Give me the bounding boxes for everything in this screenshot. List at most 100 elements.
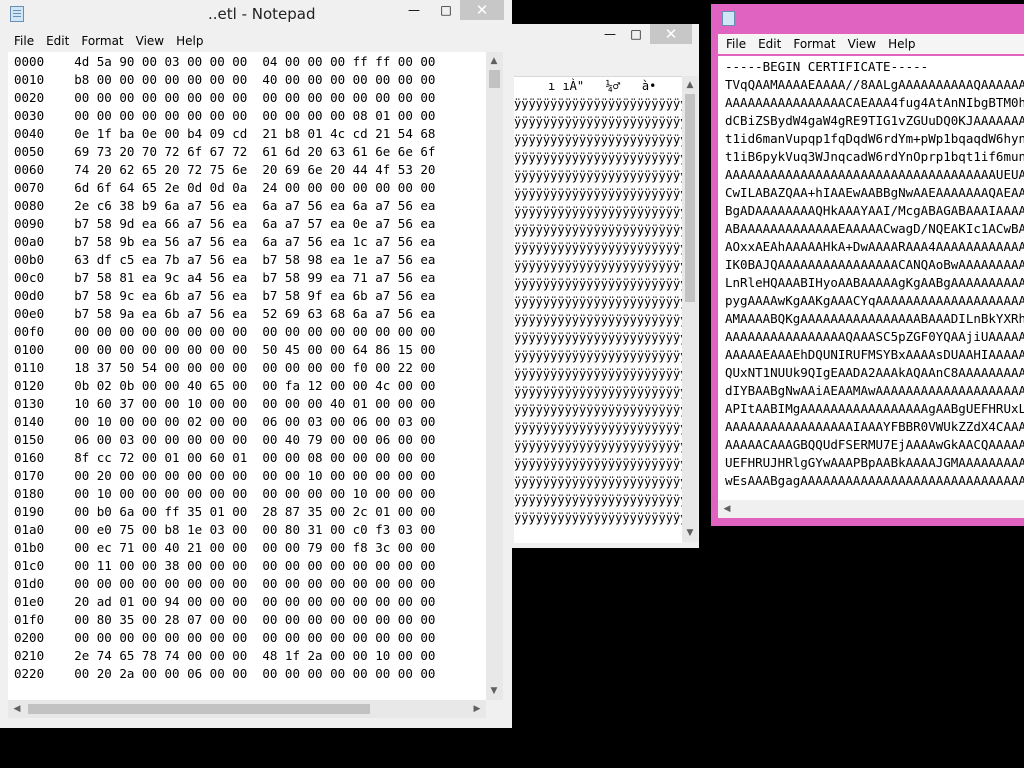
menu-format[interactable]: Format [787, 34, 841, 54]
scroll-thumb[interactable] [28, 704, 370, 714]
minimize-button[interactable]: — [400, 0, 428, 20]
minimize-button[interactable]: — [596, 24, 624, 44]
menu-file[interactable]: File [8, 31, 40, 51]
hex-text-area[interactable]: 0000 4d 5a 90 00 03 00 00 00 04 00 00 00… [8, 52, 486, 700]
menu-format[interactable]: Format [75, 31, 129, 51]
right-notepad-window: File Edit Format View Help -----BEGIN CERTIF… [711, 4, 1024, 526]
left_window-line: 0060 74 20 62 65 20 72 75 6e 20 69 6e 20… [14, 162, 436, 177]
right_window-line: LnRleHQAAABIHyoAABAAAAAgKgAABgAAAAAAAAAA… [725, 275, 1024, 290]
left_window-line: 0120 0b 02 0b 00 00 40 65 00 00 fa 12 00… [14, 378, 436, 393]
garbage-text-line: ÿÿÿÿÿÿÿÿÿÿÿÿÿÿÿÿÿÿÿÿÿÿÿÿÿÿÿÿÿÿÿÿÿÿÿÿ [514, 133, 682, 147]
left_window-line: 00a0 b7 58 9b ea 56 a7 56 ea 6a a7 56 ea… [14, 234, 436, 249]
window-title: ..etl - Notepad [208, 5, 316, 23]
menu-help[interactable]: Help [170, 31, 209, 51]
right_window-line: AAAAAAAAAAAAAAAAQAAASC5pZGF0YQAAjiUAAAAA… [725, 329, 1024, 344]
scroll-right-arrow[interactable]: ▶ [470, 702, 484, 716]
menu-view[interactable]: View [130, 31, 170, 51]
right_window-line: AOxxAEAhAAAAAHkA+DwAAAARAAA4AAAAAAAAAAAA… [725, 239, 1024, 254]
maximize-button[interactable]: □ [432, 0, 460, 20]
garbage-text-line: ÿÿÿÿÿÿÿÿÿÿÿÿÿÿÿÿÿÿÿÿÿÿÿÿÿÿÿÿÿÿÿÿÿÿÿÿ [514, 475, 682, 489]
right_window-line: t1iB6pykVuq3WJnqcadW6rdYnOprp1bqt1if6mun [725, 149, 1024, 164]
scroll-down-arrow[interactable]: ▼ [683, 526, 697, 540]
right_window-line: APItAABIMgAAAAAAAAAAAAAAAAAgAABgUEFHRUxL… [725, 401, 1024, 416]
right_window-line: dIYBAABgNwAAiAEAAMAwAAAAAAAAAAAAAAAAAAAA… [725, 383, 1024, 398]
right_window-line: AAAAAEAAAEhDQUNIRUFMSYBxAAAAsDUAAHIAAAAA… [725, 347, 1024, 362]
middle-text-area[interactable]: ı ıÀ" ¼♂ à• ÿÿÿÿÿÿÿÿÿÿÿÿÿÿÿÿÿÿÿÿÿÿÿ ÿÿÿÿÿ… [514, 76, 682, 543]
right_window-line: wEsAAABgagAAAAAAAAAAAAAAAAAAAAAAAAAAAAAA… [725, 473, 1024, 488]
left-vertical-scrollbar[interactable]: ▲ ▼ [486, 52, 503, 700]
left-horizontal-scrollbar[interactable]: ◀ ▶ [8, 700, 486, 718]
left_window-line: 01d0 00 00 00 00 00 00 00 00 00 00 00 00… [14, 576, 436, 591]
garbage-text-line: ÿÿÿÿÿÿÿÿÿÿÿÿÿÿÿÿÿÿÿÿÿÿÿÿÿÿÿÿÿÿÿÿÿÿÿÿ [514, 97, 682, 111]
scroll-thumb[interactable] [489, 70, 500, 88]
certificate-text-area[interactable]: -----BEGIN CERTIFICATE----- TVqQAAMAAAAEA… [718, 56, 1024, 500]
garbage-header-line: ı ıÀ" ¼♂ à• [548, 79, 657, 93]
maximize-button[interactable]: □ [622, 24, 650, 44]
garbage-text-line: ÿÿÿÿÿÿÿÿÿÿÿÿÿÿÿÿÿÿÿÿÿÿÿÿÿÿÿÿÿÿÿÿÿÿÿÿ [514, 223, 682, 237]
menu-file[interactable]: File [720, 34, 752, 54]
left_window-line: 00c0 b7 58 81 ea 9c a4 56 ea b7 58 99 ea… [14, 270, 436, 285]
notepad-icon [722, 11, 735, 26]
size-grip[interactable] [486, 700, 503, 718]
right_window-line: AAAAACAAAGBQQUdFSERMU7EjAAAAwGkAACQAAAAA… [725, 437, 1024, 452]
right_window-line: dCBiZSBydW4gaW4gRE9TIG1vZGUuDQ0KJAAAAAAA… [725, 113, 1024, 128]
right_window-line: AMAAAABQKgAAAAAAAAAAAAAAAABAAADILnBkYXRh… [725, 311, 1024, 326]
garbage-text-line: ÿÿÿÿÿÿÿÿÿÿÿÿÿÿÿÿÿÿÿÿÿÿÿÿÿÿÿÿÿÿÿÿÿÿÿÿ [514, 277, 682, 291]
garbage-text-line: ÿÿÿÿÿÿÿÿÿÿÿÿÿÿÿÿÿÿÿÿÿÿÿÿÿÿÿÿÿÿÿÿÿÿÿÿ [514, 187, 682, 201]
left_window-line: 0110 18 37 50 54 00 00 00 00 00 00 00 00… [14, 360, 436, 375]
left_window-line: 00e0 b7 58 9a ea 6b a7 56 ea 52 69 63 68… [14, 306, 436, 321]
left_window-line: 01b0 00 ec 71 00 40 21 00 00 00 00 79 00… [14, 540, 436, 555]
menu-bar: File Edit Format View Help [718, 34, 1024, 54]
right_window-line: UEFHRUJHRlgGYwAAAPBpAABkAAAAJGMAAAAAAAAA… [725, 455, 1024, 470]
left_window-line: 0170 00 20 00 00 00 00 00 00 00 00 10 00… [14, 468, 436, 483]
scroll-left-arrow[interactable]: ◀ [10, 702, 24, 716]
left_window-line: 00f0 00 00 00 00 00 00 00 00 00 00 00 00… [14, 324, 436, 339]
scroll-up-arrow[interactable]: ▲ [683, 78, 697, 92]
right-horizontal-scrollbar[interactable]: ◀ [718, 500, 1024, 518]
garbage-text-line: ÿÿÿÿÿÿÿÿÿÿÿÿÿÿÿÿÿÿÿÿÿÿÿÿÿÿÿÿÿÿÿÿÿÿÿÿ [514, 421, 682, 435]
scroll-up-arrow[interactable]: ▲ [487, 54, 501, 68]
right_window-line: TVqQAAMAAAAEAAAA//8AALgAAAAAAAAAAQAAAAAA… [725, 77, 1024, 92]
middle-window: — □ ✕ ı ıÀ" ¼♂ à• ÿÿÿÿÿÿÿÿÿÿÿÿÿÿÿÿÿÿÿÿÿÿ… [512, 24, 699, 548]
left_window-line: 0200 00 00 00 00 00 00 00 00 00 00 00 00… [14, 630, 436, 645]
left-notepad-window: ..etl - Notepad — □ ✕ File Edit Format View… [0, 0, 512, 728]
left_window-line: 00b0 63 df c5 ea 7b a7 56 ea b7 58 98 ea… [14, 252, 436, 267]
right_window-line: CwILABAZQAA+hIAAEwAABBgNwAAEAAAAAAAQAEAA… [725, 185, 1024, 200]
left_window-line: 0050 69 73 20 70 72 6f 67 72 61 6d 20 63… [14, 144, 436, 159]
left_window-line: 0160 8f cc 72 00 01 00 60 01 00 00 08 00… [14, 450, 436, 465]
right_window-line: -----BEGIN CERTIFICATE----- [725, 59, 929, 74]
garbage-text-line: ÿÿÿÿÿÿÿÿÿÿÿÿÿÿÿÿÿÿÿÿÿÿÿÿÿÿÿÿÿÿÿÿÿÿÿÿ [514, 349, 682, 363]
left_window-line: 0180 00 10 00 00 00 00 00 00 00 00 00 00… [14, 486, 436, 501]
garbage-text-line: ÿÿÿÿÿÿÿÿÿÿÿÿÿÿÿÿÿÿÿÿÿÿÿÿÿÿÿÿÿÿÿÿÿÿÿÿ [514, 493, 682, 507]
garbage-text-line: ÿÿÿÿÿÿÿÿÿÿÿÿÿÿÿÿÿÿÿÿÿÿÿÿÿÿÿÿÿÿÿÿÿÿÿÿ [514, 403, 682, 417]
left_window-line: 01a0 00 e0 75 00 b8 1e 03 00 00 80 31 00… [14, 522, 436, 537]
scroll-down-arrow[interactable]: ▼ [487, 684, 501, 698]
left_window-line: 00d0 b7 58 9c ea 6b a7 56 ea b7 58 9f ea… [14, 288, 436, 303]
close-button[interactable]: ✕ [650, 24, 692, 44]
garbage-text-line: ÿÿÿÿÿÿÿÿÿÿÿÿÿÿÿÿÿÿÿÿÿÿÿÿÿÿÿÿÿÿÿÿÿÿÿÿ [514, 511, 682, 525]
left_window-line: 0040 0e 1f ba 0e 00 b4 09 cd 21 b8 01 4c… [14, 126, 436, 141]
left_window-line: 0020 00 00 00 00 00 00 00 00 00 00 00 00… [14, 90, 436, 105]
menu-view[interactable]: View [842, 34, 882, 54]
garbage-text-line: ÿÿÿÿÿÿÿÿÿÿÿÿÿÿÿÿÿÿÿÿÿÿÿÿÿÿÿÿÿÿÿÿÿÿÿÿ [514, 385, 682, 399]
right_window-line: AAAAAAAAAAAAAAAAAAAAAAAAAAAAAAAAAAAAUEUA… [725, 167, 1024, 182]
scroll-thumb[interactable] [685, 94, 695, 302]
left_window-line: 01e0 20 ad 01 00 94 00 00 00 00 00 00 00… [14, 594, 436, 609]
menu-edit[interactable]: Edit [40, 31, 75, 51]
left_window-line: 01f0 00 80 35 00 28 07 00 00 00 00 00 00… [14, 612, 436, 627]
garbage-text-line: ÿÿÿÿÿÿÿÿÿÿÿÿÿÿÿÿÿÿÿÿÿÿÿÿÿÿÿÿÿÿÿÿÿÿÿÿ [514, 367, 682, 381]
menu-edit[interactable]: Edit [752, 34, 787, 54]
scroll-left-arrow[interactable]: ◀ [720, 502, 734, 516]
left_window-line: 01c0 00 11 00 00 38 00 00 00 00 00 00 00… [14, 558, 436, 573]
garbage-text-line: ÿÿÿÿÿÿÿÿÿÿÿÿÿÿÿÿÿÿÿÿÿÿÿÿÿÿÿÿÿÿÿÿÿÿÿÿ [514, 457, 682, 471]
right_window-line: IK0BAJQAAAAAAAAAAAAAAAACANQAoBwAAAAAAAAA… [725, 257, 1024, 272]
close-button[interactable]: ✕ [460, 0, 504, 20]
left_window-line: 0140 00 10 00 00 00 02 00 00 06 00 03 00… [14, 414, 436, 429]
menu-help[interactable]: Help [882, 34, 921, 54]
middle-vertical-scrollbar[interactable]: ▲ ▼ [682, 76, 698, 542]
menu-bar: File Edit Format View Help [8, 31, 512, 51]
left_window-line: 0090 b7 58 9d ea 66 a7 56 ea 6a a7 57 ea… [14, 216, 436, 231]
right_window-line: AAAAAAAAAAAAAAAACAEAAA4fug4AtAnNIbgBTM0h… [725, 95, 1024, 110]
garbage-text-line: ÿÿÿÿÿÿÿÿÿÿÿÿÿÿÿÿÿÿÿÿÿÿÿÿÿÿÿÿÿÿÿÿÿÿÿÿ [514, 259, 682, 273]
left_window-line: 0210 2e 74 65 78 74 00 00 00 48 1f 2a 00… [14, 648, 436, 663]
